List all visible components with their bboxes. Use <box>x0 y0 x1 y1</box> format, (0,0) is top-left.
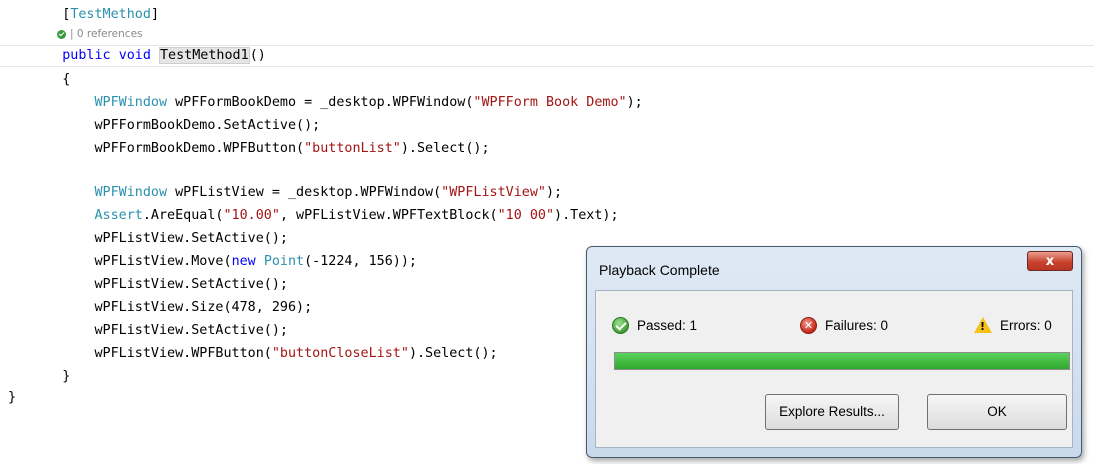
passed-check-icon <box>612 317 629 334</box>
code-token: "WPFListView" <box>441 185 546 200</box>
code-token: WPFWindow <box>94 185 168 200</box>
code-token: ).Text); <box>554 208 619 223</box>
passed-label: Passed: 1 <box>637 318 698 333</box>
code-token: wPFListView = _desktop.WPFWindow( <box>167 185 442 200</box>
codelens-references[interactable]: | 0 references <box>70 28 143 40</box>
errors-label: Errors: 0 <box>1000 317 1052 333</box>
code-token: .AreEqual( <box>142 208 224 223</box>
code-line[interactable]: wPFFormBookDemo.WPFButton("buttonList").… <box>30 138 490 160</box>
code-token: "buttonCloseList" <box>271 346 409 361</box>
code-token: } <box>62 369 71 384</box>
code-line[interactable]: WPFWindow wPFFormBookDemo = _desktop.WPF… <box>30 92 643 114</box>
ok-button[interactable]: OK <box>927 394 1067 430</box>
code-token: wPFListView.SetActive(); <box>94 231 288 246</box>
code-token: ); <box>626 95 643 110</box>
code-token: ).Select(); <box>408 346 498 361</box>
code-token: , wPFListView.WPFTextBlock( <box>279 208 498 223</box>
code-token: wPFListView.SetActive(); <box>94 277 288 292</box>
code-token: Point <box>263 254 305 269</box>
code-line[interactable]: wPFListView.SetActive(); <box>30 228 288 250</box>
progress-bar-fill <box>615 353 1069 369</box>
code-line[interactable]: WPFWindow wPFListView = _desktop.WPFWind… <box>30 182 563 204</box>
code-line[interactable]: wPFFormBookDemo.SetActive(); <box>30 115 321 137</box>
code-line[interactable]: [TestMethod] <box>30 4 159 26</box>
code-line[interactable]: Assert.AreEqual("10.00", wPFListView.WPF… <box>30 205 619 227</box>
code-token: TestMethod <box>70 7 151 22</box>
code-token: wPFListView.Size(478, 296); <box>94 300 313 315</box>
code-token: "buttonList" <box>304 141 401 156</box>
dialog-body: Passed: 1 ✕ Failures: 0 ! Errors: 0 Expl… <box>595 290 1073 448</box>
code-token: new <box>231 254 256 269</box>
codelens[interactable]: | 0 references <box>57 27 143 41</box>
code-token: TestMethod1 <box>159 47 250 64</box>
code-token: ); <box>545 185 563 200</box>
code-token: "10 00" <box>497 208 555 223</box>
code-line[interactable]: wPFListView.Move(new Point(-1224, 156)); <box>30 251 418 273</box>
code-token: "10.00" <box>223 208 280 223</box>
close-button[interactable]: x <box>1027 251 1073 271</box>
code-token: ] <box>150 7 159 22</box>
check-circle-icon <box>57 29 66 39</box>
code-token: void <box>118 48 151 63</box>
code-token: } <box>8 390 17 405</box>
code-line[interactable]: wPFListView.Size(478, 296); <box>30 297 313 319</box>
passed-stat: Passed: 1 <box>612 317 697 334</box>
progress-bar <box>614 352 1070 370</box>
warning-icon: ! <box>974 317 992 333</box>
code-line[interactable]: public void TestMethod1() <box>30 45 266 67</box>
errors-stat: ! Errors: 0 <box>974 317 1052 333</box>
code-token: wPFFormBookDemo = _desktop.WPFWindow( <box>167 95 474 110</box>
code-token: wPFListView.WPFButton( <box>94 346 272 361</box>
code-token: Assert <box>94 208 143 223</box>
code-line[interactable]: } <box>30 366 70 388</box>
code-line[interactable]: wPFListView.WPFButton("buttonCloseList")… <box>30 343 498 365</box>
code-token: wPFListView.Move( <box>94 254 232 269</box>
code-token: wPFFormBookDemo.SetActive(); <box>94 118 321 133</box>
code-token: { <box>62 72 71 87</box>
failures-label: Failures: 0 <box>825 318 889 333</box>
code-token: "WPFForm Book Demo" <box>473 95 627 110</box>
code-line[interactable]: wPFListView.SetActive(); <box>30 274 288 296</box>
dialog-title: Playback Complete <box>599 262 720 278</box>
code-line[interactable]: wPFListView.SetActive(); <box>30 320 288 342</box>
code-token: wPFListView.SetActive(); <box>94 323 288 338</box>
code-token: (-1224, 156)); <box>304 254 417 269</box>
code-token: ).Select(); <box>400 141 490 156</box>
code-token: wPFFormBookDemo.WPFButton( <box>94 141 305 156</box>
failures-stat: ✕ Failures: 0 <box>800 317 888 334</box>
playback-complete-dialog: Playback Complete x Passed: 1 ✕ Failures… <box>586 246 1082 458</box>
code-line[interactable]: { <box>30 69 70 91</box>
code-token: () <box>249 48 266 63</box>
code-token: WPFWindow <box>94 95 168 110</box>
failure-x-icon: ✕ <box>800 317 817 334</box>
code-token: public <box>62 48 111 63</box>
explore-results-button[interactable]: Explore Results... <box>765 394 899 430</box>
code-line[interactable]: } <box>8 387 16 409</box>
